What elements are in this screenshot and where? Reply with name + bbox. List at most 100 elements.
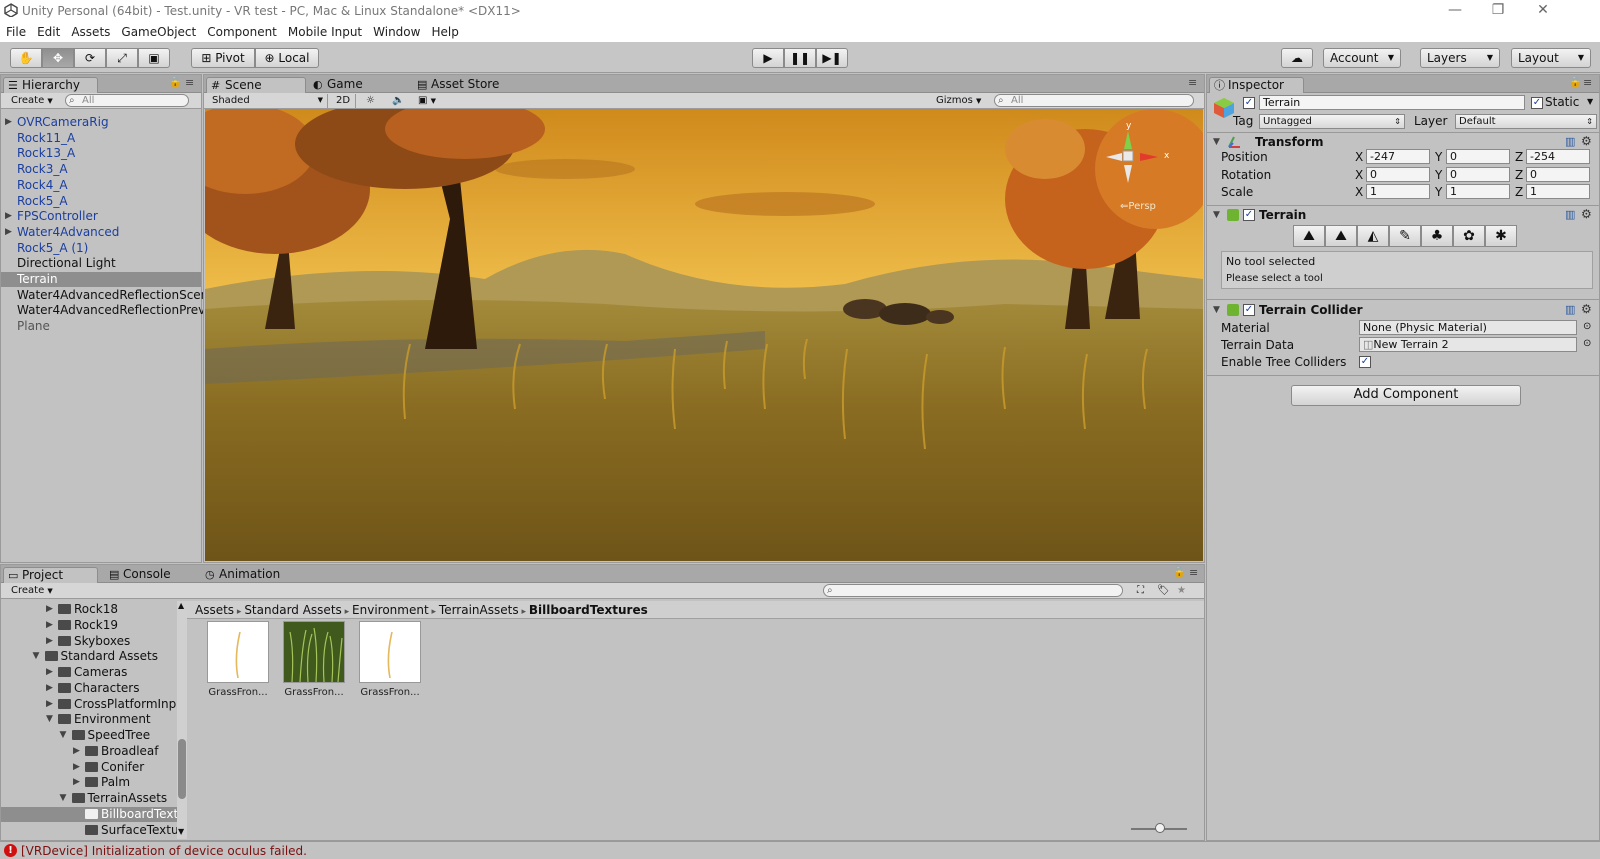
hierarchy-item[interactable]: FPSController	[17, 209, 98, 225]
collapse-arrow-icon[interactable]: ▼	[60, 793, 67, 803]
expand-arrow-icon[interactable]: ▶	[5, 117, 12, 127]
collider-expand-icon[interactable]: ▼	[1213, 305, 1220, 315]
transform-expand-icon[interactable]: ▼	[1213, 137, 1220, 147]
lighting-toggle[interactable]: ☼	[362, 94, 379, 108]
terrain-data-field[interactable]: ◫New Terrain 2	[1359, 337, 1577, 352]
folder-item[interactable]: Cameras	[58, 665, 127, 681]
scroll-up-icon[interactable]: ▲	[178, 601, 184, 610]
expand-arrow-icon[interactable]: ▶	[5, 227, 12, 237]
rect-tool-button[interactable]: ▣	[138, 48, 170, 68]
folder-item[interactable]: Broadleaf	[85, 744, 159, 760]
paint-details-button[interactable]: ✿	[1453, 225, 1485, 247]
gear-icon[interactable]: ⚙	[1581, 302, 1592, 316]
tab-asset-store[interactable]: ▤ Asset Store	[413, 77, 523, 93]
layer-dropdown[interactable]: Default ⇕	[1455, 114, 1597, 129]
object-name-field[interactable]: Terrain	[1259, 95, 1525, 110]
favorite-button[interactable]: ★	[1173, 584, 1190, 598]
menu-mobile-input[interactable]: Mobile Input	[282, 22, 367, 39]
folder-item[interactable]: Conifer	[85, 760, 144, 776]
breadcrumb-item[interactable]: Standard Assets	[244, 603, 341, 617]
tab-project[interactable]: ▭ Project	[3, 567, 98, 583]
folder-item[interactable]: Characters	[58, 681, 140, 697]
folder-item[interactable]: Standard Assets	[44, 649, 158, 665]
breadcrumb-item[interactable]: Assets	[195, 603, 234, 617]
expand-arrow-icon[interactable]: ▶	[73, 746, 80, 756]
tree-scrollbar[interactable]: ▲ ▼	[177, 601, 187, 839]
asset-thumbnail[interactable]	[207, 621, 269, 683]
hierarchy-item[interactable]: Rock5_A	[17, 194, 68, 210]
play-button[interactable]: ▶	[752, 48, 784, 68]
tab-hierarchy[interactable]: ☰ Hierarchy	[3, 77, 98, 93]
collapse-arrow-icon[interactable]: ▼	[46, 714, 53, 724]
help-book-icon[interactable]: ▥	[1565, 303, 1575, 316]
move-tool-button[interactable]: ✥	[42, 48, 74, 68]
place-trees-button[interactable]: ♣	[1421, 225, 1453, 247]
orientation-gizmo[interactable]: y x ⇐Persp	[1102, 121, 1172, 231]
static-checkbox[interactable]: ✓	[1531, 97, 1543, 109]
project-create-dropdown[interactable]: Create ▼	[7, 584, 57, 598]
gizmos-dropdown[interactable]: Gizmos ▼	[932, 94, 985, 108]
hierarchy-item[interactable]: Water4AdvancedReflectionPrevi	[17, 303, 209, 319]
scale-tool-button[interactable]: ⤢	[106, 48, 138, 68]
thumbnail-size-slider[interactable]	[1131, 823, 1187, 835]
tab-inspector[interactable]: ⓘ Inspector	[1209, 77, 1304, 93]
expand-arrow-icon[interactable]: ▶	[73, 762, 80, 772]
filter-type-button[interactable]: ⛶	[1133, 584, 1148, 598]
pivot-toggle[interactable]: ⊞ Pivot	[191, 48, 255, 68]
hierarchy-item[interactable]: Rock3_A	[17, 162, 68, 178]
mode-2d-toggle[interactable]: 2D	[332, 94, 356, 108]
gear-icon[interactable]: ⚙	[1581, 207, 1592, 221]
terrain-enabled-checkbox[interactable]: ✓	[1243, 209, 1255, 221]
active-checkbox[interactable]: ✓	[1243, 97, 1255, 109]
local-toggle[interactable]: ⊕ Local	[255, 48, 319, 68]
hierarchy-item[interactable]: Water4Advanced	[17, 225, 119, 241]
transform-y-field[interactable]: 1	[1446, 184, 1510, 199]
terrain-settings-button[interactable]: ✱	[1485, 225, 1517, 247]
asset-thumbnail[interactable]	[359, 621, 421, 683]
lock-icon[interactable]: 🔒	[1173, 567, 1185, 578]
transform-y-field[interactable]: 0	[1446, 149, 1510, 164]
hand-tool-button[interactable]: ✋	[10, 48, 42, 68]
hierarchy-item[interactable]: Rock5_A (1)	[17, 241, 88, 257]
shading-dropdown[interactable]: Shaded ▼	[208, 94, 328, 108]
tab-scene[interactable]: # Scene	[206, 77, 306, 93]
folder-item[interactable]: CrossPlatformInput	[58, 697, 177, 713]
restore-button[interactable]: ❐	[1483, 2, 1513, 18]
hierarchy-search-input[interactable]: ⌕ All	[65, 94, 189, 107]
gear-icon[interactable]: ⚙	[1581, 134, 1592, 148]
paint-texture-button[interactable]: ✎	[1389, 225, 1421, 247]
transform-z-field[interactable]: 0	[1526, 166, 1590, 182]
filter-label-button[interactable]: 🏷	[1153, 584, 1174, 598]
collider-enabled-checkbox[interactable]: ✓	[1243, 304, 1255, 316]
scroll-down-icon[interactable]: ▼	[178, 827, 184, 836]
transform-z-field[interactable]: -254	[1526, 149, 1590, 164]
panel-menu-icon[interactable]: ≡	[1583, 76, 1592, 89]
add-component-button[interactable]: Add Component	[1291, 385, 1521, 406]
folder-item[interactable]: TerrainAssets	[71, 791, 167, 807]
close-button[interactable]: ✕	[1528, 2, 1558, 18]
hierarchy-item[interactable]: Rock13_A	[17, 146, 75, 162]
folder-item[interactable]: Rock19	[58, 618, 118, 634]
hierarchy-item[interactable]: Rock11_A	[17, 131, 75, 147]
collapse-arrow-icon[interactable]: ▼	[33, 651, 40, 661]
folder-item[interactable]: Environment	[58, 712, 151, 728]
folder-item[interactable]: Palm	[85, 775, 130, 791]
transform-z-field[interactable]: 1	[1526, 184, 1590, 199]
hierarchy-item[interactable]: OVRCameraRig	[17, 115, 109, 131]
hierarchy-item[interactable]: Plane	[17, 319, 50, 335]
pause-button[interactable]: ❚❚	[784, 48, 816, 68]
smooth-height-button[interactable]: ◭	[1357, 225, 1389, 247]
scroll-thumb[interactable]	[178, 739, 186, 799]
object-picker-icon[interactable]: ⊙	[1583, 321, 1591, 332]
raise-terrain-button[interactable]: ⛰	[1293, 225, 1325, 247]
folder-item[interactable]: Rock18	[58, 602, 118, 618]
panel-menu-icon[interactable]: ≡	[1188, 76, 1197, 89]
tree-colliders-checkbox[interactable]: ✓	[1359, 356, 1371, 368]
hierarchy-item[interactable]: Water4AdvancedReflectionScene	[17, 288, 216, 304]
expand-arrow-icon[interactable]: ▶	[73, 777, 80, 787]
material-field[interactable]: None (Physic Material)	[1359, 320, 1577, 335]
folder-item[interactable]: SpeedTree	[71, 728, 150, 744]
cloud-button[interactable]: ☁	[1281, 48, 1313, 68]
minimize-button[interactable]: —	[1440, 2, 1470, 18]
transform-x-field[interactable]: 0	[1366, 166, 1430, 182]
